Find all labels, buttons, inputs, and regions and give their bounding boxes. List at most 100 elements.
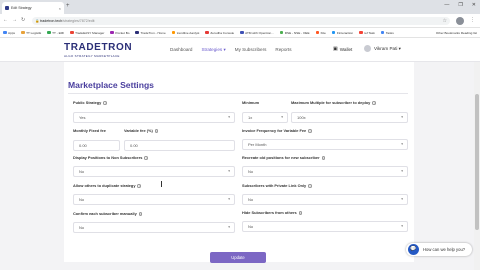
nav-dashboard[interactable]: Dashboard xyxy=(170,47,192,53)
address-bar-row: ← → ↻ 🔒 tradetron.tech/strategies/7872/e… xyxy=(0,14,480,28)
bookmark-favicon-icon xyxy=(70,30,74,35)
bookmark-label: Pocket Bo xyxy=(115,30,130,35)
bookmark-item[interactable]: ATM with Opention... xyxy=(240,31,274,35)
nav-reports[interactable]: Reports xyxy=(275,47,291,53)
bookmark-favicon-icon xyxy=(135,30,139,35)
url-path: /strategies/7872/edit xyxy=(62,19,95,23)
info-icon: i xyxy=(137,184,142,189)
chevron-down-icon: ▾ xyxy=(401,142,403,146)
display-positions-label: Display Positions to Non Subscribers i xyxy=(73,155,148,161)
main-nav: Dashboard Strategies ▾ My Subscribers Re… xyxy=(170,47,301,53)
bookmark-label: RSE - NSE - OEE xyxy=(284,30,310,35)
public-strategy-select[interactable]: Yes ▾ xyxy=(73,112,235,123)
bookmark-item[interactable]: RSE - NSE - OEE xyxy=(279,30,310,35)
bookmark-label: TT - EMI xyxy=(52,30,65,35)
info-icon: i xyxy=(103,101,107,106)
bookmark-item[interactable]: Kite xyxy=(315,31,326,35)
minimum-label: Minimum xyxy=(242,100,260,105)
recreate-positions-label: Recreate old positions for new subscribe… xyxy=(242,155,326,161)
nav-strategies[interactable]: Strategies ▾ xyxy=(201,47,225,53)
confirm-manual-select[interactable]: No ▾ xyxy=(73,222,235,233)
logo-subtitle: ALGO STRATEGY MARKETPLACE xyxy=(64,54,120,58)
tradetron-logo[interactable]: TRADETRON ALGO STRATEGY MARKETPLACE xyxy=(64,42,133,59)
reading-list-label: Reading list xyxy=(460,31,477,35)
bookmark-item[interactable]: ref Task xyxy=(359,31,375,35)
bookmark-item[interactable]: TT - EMI xyxy=(47,31,64,35)
chevron-down-icon: ▾ xyxy=(228,115,230,119)
info-icon: i xyxy=(138,212,143,217)
bookmark-item[interactable]: Tasks xyxy=(380,31,394,35)
update-button[interactable]: Update xyxy=(210,252,266,263)
page-title: Marketplace Settings xyxy=(68,80,154,90)
bookmark-star-icon[interactable]: ☆ xyxy=(443,18,447,24)
user-menu[interactable]: Vikram Pati ▾ xyxy=(364,45,401,52)
tab-title: Edit Strategy xyxy=(11,6,32,10)
bookmark-item[interactable]: Apps xyxy=(3,31,15,35)
bookmark-label: TT Logistik xyxy=(26,30,42,35)
hide-subscribers-label: Hide Subscribers from others i xyxy=(242,210,303,216)
bookmark-favicon-icon xyxy=(279,30,284,35)
invoice-frequency-select[interactable]: Per Month ▾ xyxy=(242,139,408,150)
info-icon: i xyxy=(372,101,376,106)
bookmark-item[interactable]: TT Logistik xyxy=(21,31,41,35)
nav-buttons: ← → ↻ xyxy=(3,17,25,23)
scrollbar-thumb[interactable] xyxy=(475,94,479,230)
bookmark-item[interactable]: Zerodha Console xyxy=(205,31,234,35)
max-multiple-label: Maximum Multiple for subscriber to deplo… xyxy=(291,100,376,106)
bookmark-label: Zerodha Console xyxy=(210,30,235,35)
maximize-icon[interactable]: ❐ xyxy=(458,2,462,8)
info-icon: i xyxy=(308,129,312,134)
info-icon: i xyxy=(154,129,159,134)
private-link-label: Subscribers with Private Link Only i xyxy=(242,183,312,189)
minimum-select[interactable]: 1x ▾ xyxy=(242,112,288,123)
bookmark-item[interactable]: TradeTron - Home xyxy=(135,30,166,35)
bookmark-label: ref Task xyxy=(364,30,375,35)
nav-my-subscribers[interactable]: My Subscribers xyxy=(235,47,267,53)
back-icon[interactable]: ← xyxy=(3,17,8,23)
bookmark-label: ATM with Opention... xyxy=(245,30,274,35)
logo-title: TRADETRON xyxy=(64,42,133,53)
other-bookmarks[interactable]: Other Bookmarks Reading list xyxy=(436,31,477,35)
chat-icon: 💬 xyxy=(408,244,419,255)
minimize-icon[interactable]: — xyxy=(444,2,449,8)
new-tab-icon[interactable]: + xyxy=(66,3,70,9)
lock-icon: 🔒 xyxy=(35,19,40,23)
user-name: Vikram Pati ▾ xyxy=(374,45,401,51)
display-positions-select[interactable]: No ▾ xyxy=(73,166,235,177)
reload-icon[interactable]: ↻ xyxy=(21,17,25,23)
recreate-positions-select[interactable]: No ▾ xyxy=(242,166,408,177)
help-chat-widget[interactable]: 💬 How can we help you? xyxy=(406,243,472,256)
bookmark-item[interactable]: TradeEASY Manager xyxy=(70,31,104,35)
max-multiple-select[interactable]: 100x ▾ xyxy=(291,112,408,123)
bookmark-favicon-icon xyxy=(359,30,363,35)
variable-fee-input[interactable]: 0.00 xyxy=(124,140,235,151)
tab-close-icon[interactable]: × xyxy=(59,6,61,11)
bookmark-favicon-icon xyxy=(240,30,244,35)
bookmark-favicon-icon xyxy=(3,30,7,35)
close-window-icon[interactable]: ✕ xyxy=(472,2,476,8)
bookmark-item[interactable]: trendline Aanlyst xyxy=(171,31,199,35)
browser-menu-icon[interactable]: ⋮ xyxy=(470,17,475,23)
bookmark-item[interactable]: Pocket Bo xyxy=(110,31,129,35)
url-host: tradetron.tech xyxy=(40,19,63,23)
browser-tab[interactable]: Edit Strategy × xyxy=(2,2,64,14)
private-link-select[interactable]: No ▾ xyxy=(242,194,408,205)
chevron-down-icon: ▾ xyxy=(228,225,230,229)
bookmark-label: TradeTron - Home xyxy=(140,30,166,35)
allow-duplicate-label: Allow others to duplicate strategy i xyxy=(73,183,142,189)
hide-subscribers-select[interactable]: No ▾ xyxy=(242,221,408,232)
forward-icon[interactable]: → xyxy=(12,17,17,23)
url-field[interactable]: 🔒 tradetron.tech/strategies/7872/edit xyxy=(32,17,450,25)
allow-duplicate-select[interactable]: No ▾ xyxy=(73,194,235,205)
window-controls: — ❐ ✕ xyxy=(444,2,476,8)
bookmark-item[interactable]: Finteraction xyxy=(331,31,353,35)
wallet-label: Wallet xyxy=(339,46,353,52)
wallet-button[interactable]: ▣ Wallet xyxy=(333,46,352,52)
tab-favicon-icon xyxy=(5,6,9,10)
profile-avatar[interactable] xyxy=(456,17,464,25)
info-icon: i xyxy=(308,184,312,189)
chevron-down-icon: ▾ xyxy=(281,115,283,119)
chevron-down-icon: ▾ xyxy=(228,169,230,173)
monthly-fixed-fee-input[interactable]: 0.00 xyxy=(73,140,120,151)
confirm-manual-label: Confirm each subscriber manually i xyxy=(73,211,143,217)
